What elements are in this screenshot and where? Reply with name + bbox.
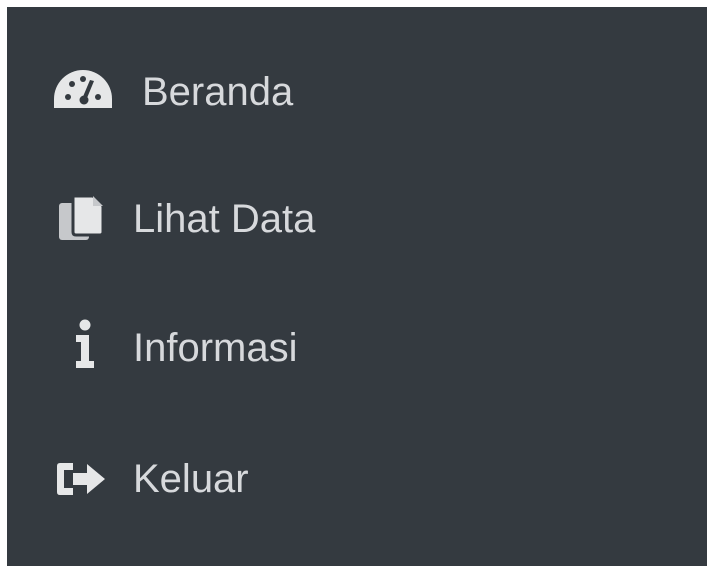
tachometer-icon (52, 68, 114, 110)
info-icon (72, 319, 98, 369)
sidebar-menu: Beranda Lihat Data Informasi Keluar (7, 7, 707, 566)
sidebar-item-keluar[interactable]: Keluar (7, 432, 707, 542)
sidebar-item-label: Keluar (133, 457, 249, 501)
copy-icon (59, 194, 107, 242)
sidebar-item-label: Informasi (133, 326, 298, 370)
sidebar-item-label: Lihat Data (133, 197, 316, 241)
sidebar-item-label: Beranda (142, 70, 294, 114)
sidebar-item-lihat-data[interactable]: Lihat Data (7, 175, 707, 285)
sign-out-icon (55, 462, 111, 496)
sidebar-item-beranda[interactable]: Beranda (7, 46, 707, 156)
sidebar-item-informasi[interactable]: Informasi (7, 303, 707, 413)
